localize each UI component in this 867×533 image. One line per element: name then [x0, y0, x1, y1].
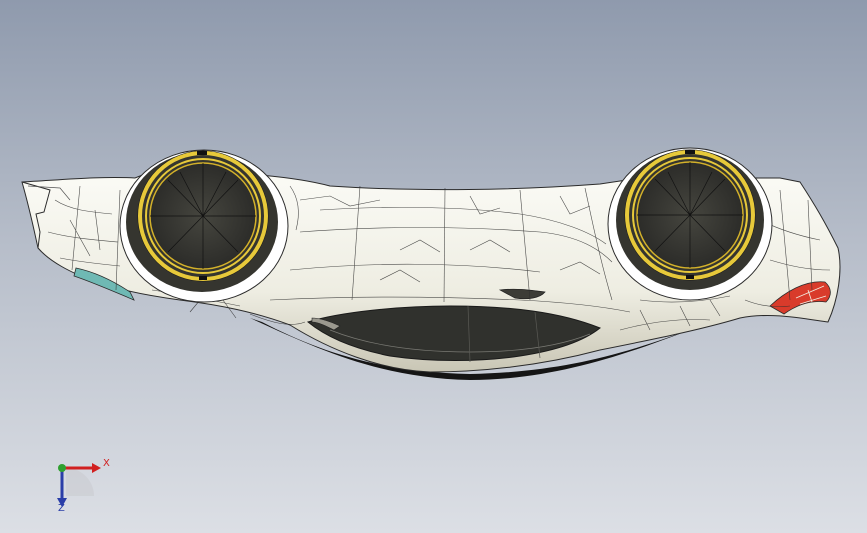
graphics-viewport[interactable]: X Z	[0, 0, 867, 533]
x-axis-arrow	[92, 463, 101, 473]
wheel-rear	[119, 149, 289, 303]
wheel-front	[607, 147, 773, 301]
car-model[interactable]	[0, 0, 867, 533]
coordinate-triad: X Z	[44, 450, 124, 520]
y-axis-dot	[58, 464, 66, 472]
z-axis-label: Z	[58, 503, 65, 514]
triad-graphic	[57, 463, 101, 507]
x-axis-label: X	[103, 458, 110, 469]
